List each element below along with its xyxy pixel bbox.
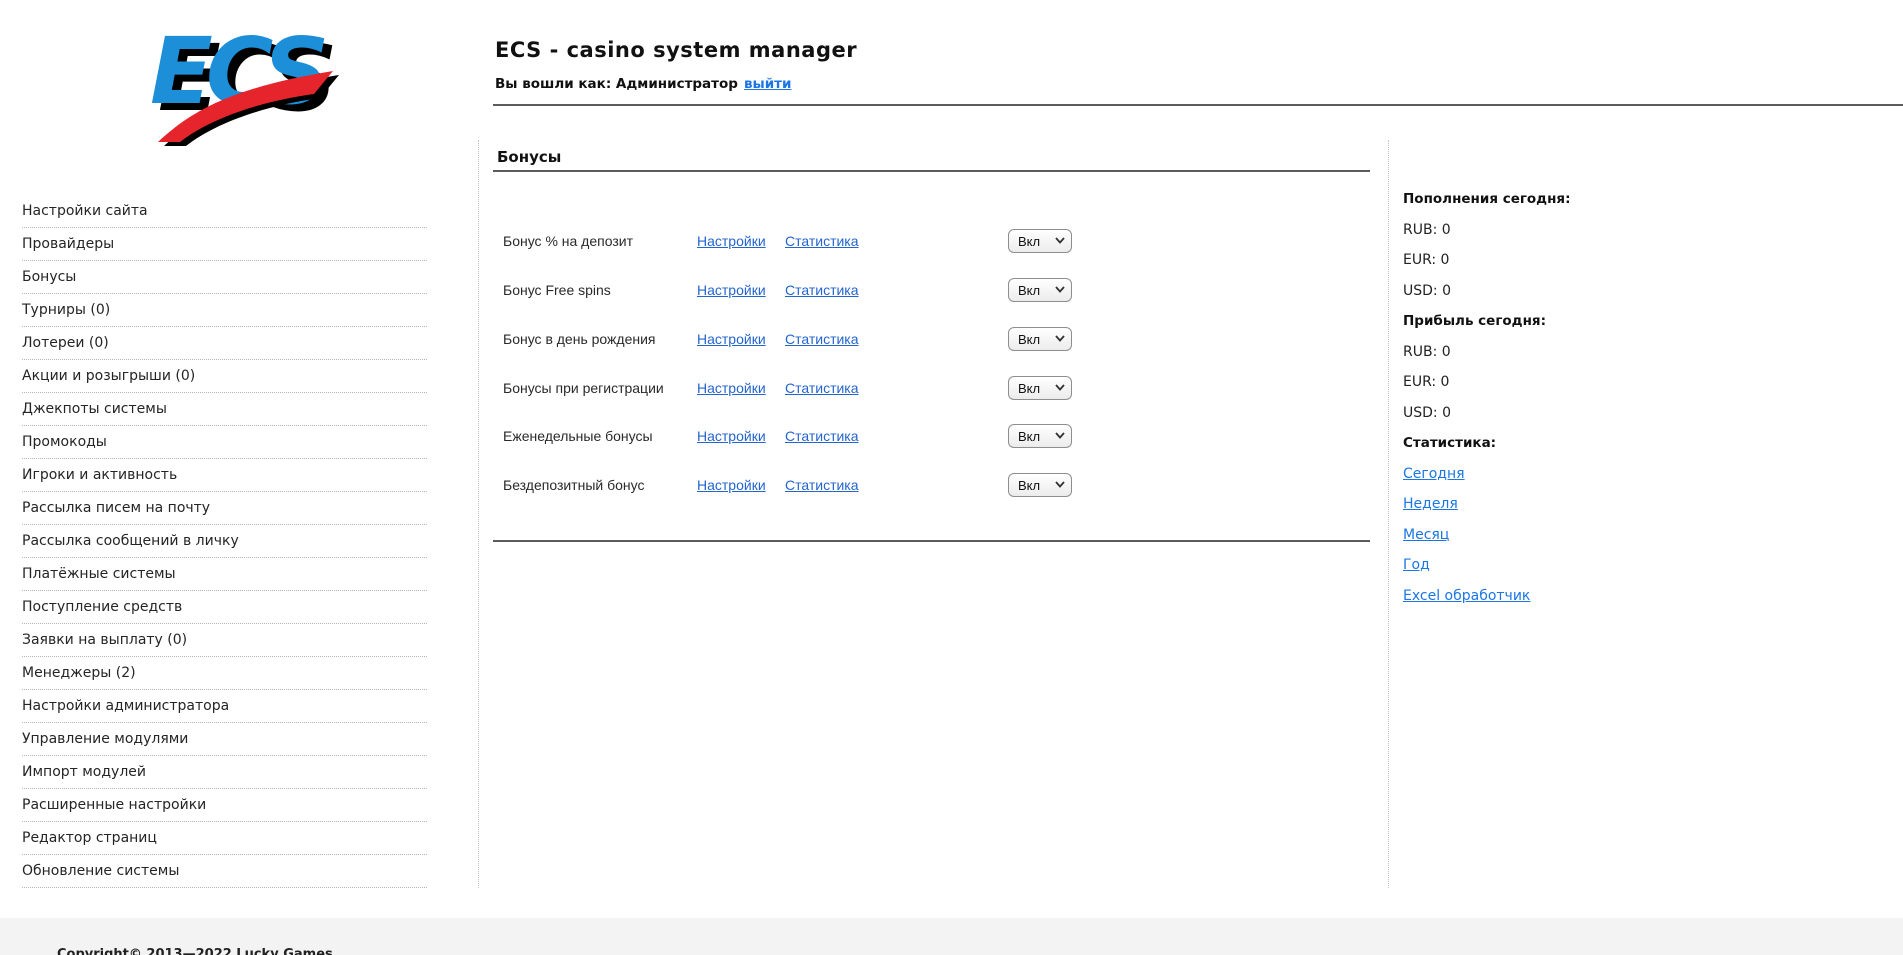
statistics-link[interactable]: Статистика [785,228,859,254]
sidebar-item-managers[interactable]: Менеджеры (2) [22,657,427,690]
settings-link[interactable]: Настройки [697,228,766,254]
stats-link-today[interactable]: Сегодня [1403,466,1465,482]
sidebar-item-pm-mailing[interactable]: Рассылка сообщений в личку [22,525,427,558]
stats-panel: Пополнения сегодня: RUB: 0 EUR: 0 USD: 0… [1403,184,1723,611]
section-divider-top [493,170,1370,172]
bonus-toggle-select[interactable]: Вкл [1008,229,1072,253]
bonus-row-free-spins: Бонус Free spins Настройки Статистика Вк… [495,277,1372,303]
toggle-wrap: Вкл [1008,327,1072,351]
settings-link[interactable]: Настройки [697,277,766,303]
deposits-usd: USD: 0 [1403,276,1723,307]
sidebar-item-system-update[interactable]: Обновление системы [22,855,427,888]
statistics-link[interactable]: Статистика [785,277,859,303]
sidebar-item-payout-requests[interactable]: Заявки на выплату (0) [22,624,427,657]
sidebar-item-providers[interactable]: Провайдеры [22,228,427,261]
toggle-wrap: Вкл [1008,278,1072,302]
sidebar-item-lotteries[interactable]: Лотереи (0) [22,327,427,360]
sidebar-item-site-settings[interactable]: Настройки сайта [22,195,427,228]
footer: Copyright© 2013—2022 Lucky Games [0,918,1903,955]
profit-eur: EUR: 0 [1403,367,1723,398]
sidebar-item-admin-settings[interactable]: Настройки администратора [22,690,427,723]
bonus-label: Бонус Free spins [503,277,611,303]
bonus-toggle-select[interactable]: Вкл [1008,473,1072,497]
sidebar-item-tournaments[interactable]: Турниры (0) [22,294,427,327]
deposits-eur: EUR: 0 [1403,245,1723,276]
bonus-toggle-select[interactable]: Вкл [1008,278,1072,302]
bonus-row-birthday: Бонус в день рождения Настройки Статисти… [495,326,1372,352]
statistics-link[interactable]: Статистика [785,326,859,352]
bonus-row-deposit-percent: Бонус % на депозит Настройки Статистика … [495,228,1372,254]
right-column-divider [1388,140,1389,888]
toggle-wrap: Вкл [1008,229,1072,253]
sidebar-item-module-manage[interactable]: Управление модулями [22,723,427,756]
sidebar-item-players[interactable]: Игроки и активность [22,459,427,492]
bonuses-section: Бонусы Бонус % на депозит Настройки Стат… [495,148,1372,568]
sidebar-nav: Настройки сайта Провайдеры Бонусы Турнир… [22,195,427,888]
logout-link[interactable]: выйти [744,76,792,92]
profit-usd: USD: 0 [1403,398,1723,429]
settings-link[interactable]: Настройки [697,423,766,449]
login-status-text: Вы вошли как: Администратор [495,76,738,92]
deposits-rub: RUB: 0 [1403,215,1723,246]
bonus-label: Бонус % на депозит [503,228,633,254]
profit-today-title: Прибыль сегодня: [1403,306,1723,337]
deposits-today-title: Пополнения сегодня: [1403,184,1723,215]
bonus-row-no-deposit: Бездепозитный бонус Настройки Статистика… [495,472,1372,498]
section-divider-bottom [493,540,1370,542]
statistics-link[interactable]: Статистика [785,472,859,498]
toggle-wrap: Вкл [1008,424,1072,448]
sidebar-item-jackpots[interactable]: Джекпоты системы [22,393,427,426]
bonus-toggle-select[interactable]: Вкл [1008,376,1072,400]
section-title: Бонусы [497,148,561,166]
sidebar-item-bonuses[interactable]: Бонусы [22,261,427,294]
statistics-link[interactable]: Статистика [785,375,859,401]
settings-link[interactable]: Настройки [697,375,766,401]
bonus-row-registration: Бонусы при регистрации Настройки Статист… [495,375,1372,401]
stats-link-excel[interactable]: Excel обработчик [1403,588,1530,604]
statistics-link[interactable]: Статистика [785,423,859,449]
header-divider [493,104,1903,106]
page-title: ECS - casino system manager [495,38,857,62]
settings-link[interactable]: Настройки [697,472,766,498]
ecs-logo[interactable]: ECS ECS [128,14,343,146]
sidebar-item-advanced[interactable]: Расширенные настройки [22,789,427,822]
statistics-title: Статистика: [1403,428,1723,459]
bonus-label: Бонусы при регистрации [503,375,664,401]
bonus-toggle-select[interactable]: Вкл [1008,327,1072,351]
sidebar-item-promocodes[interactable]: Промокоды [22,426,427,459]
stats-link-year[interactable]: Год [1403,557,1430,573]
sidebar-item-email-mailing[interactable]: Рассылка писем на почту [22,492,427,525]
bonus-label: Бонус в день рождения [503,326,656,352]
sidebar-item-page-editor[interactable]: Редактор страниц [22,822,427,855]
bonus-row-weekly: Еженедельные бонусы Настройки Статистика… [495,423,1372,449]
sidebar-item-payment-systems[interactable]: Платёжные системы [22,558,427,591]
stats-link-week[interactable]: Неделя [1403,496,1458,512]
stats-link-month[interactable]: Месяц [1403,527,1449,543]
login-status: Вы вошли как: Администратор выйти [495,76,791,92]
toggle-wrap: Вкл [1008,473,1072,497]
sidebar-item-incoming-funds[interactable]: Поступление средств [22,591,427,624]
bonus-label: Бездепозитный бонус [503,472,644,498]
profit-rub: RUB: 0 [1403,337,1723,368]
bonus-toggle-select[interactable]: Вкл [1008,424,1072,448]
app-root: ECS ECS ECS - casino system manager Вы в… [0,0,1903,955]
bonus-label: Еженедельные бонусы [503,423,653,449]
toggle-wrap: Вкл [1008,376,1072,400]
footer-copyright: Copyright© 2013—2022 Lucky Games [57,947,333,955]
sidebar-item-module-import[interactable]: Импорт модулей [22,756,427,789]
sidebar-item-promotions[interactable]: Акции и розыгрыши (0) [22,360,427,393]
settings-link[interactable]: Настройки [697,326,766,352]
left-column-divider [478,140,479,888]
